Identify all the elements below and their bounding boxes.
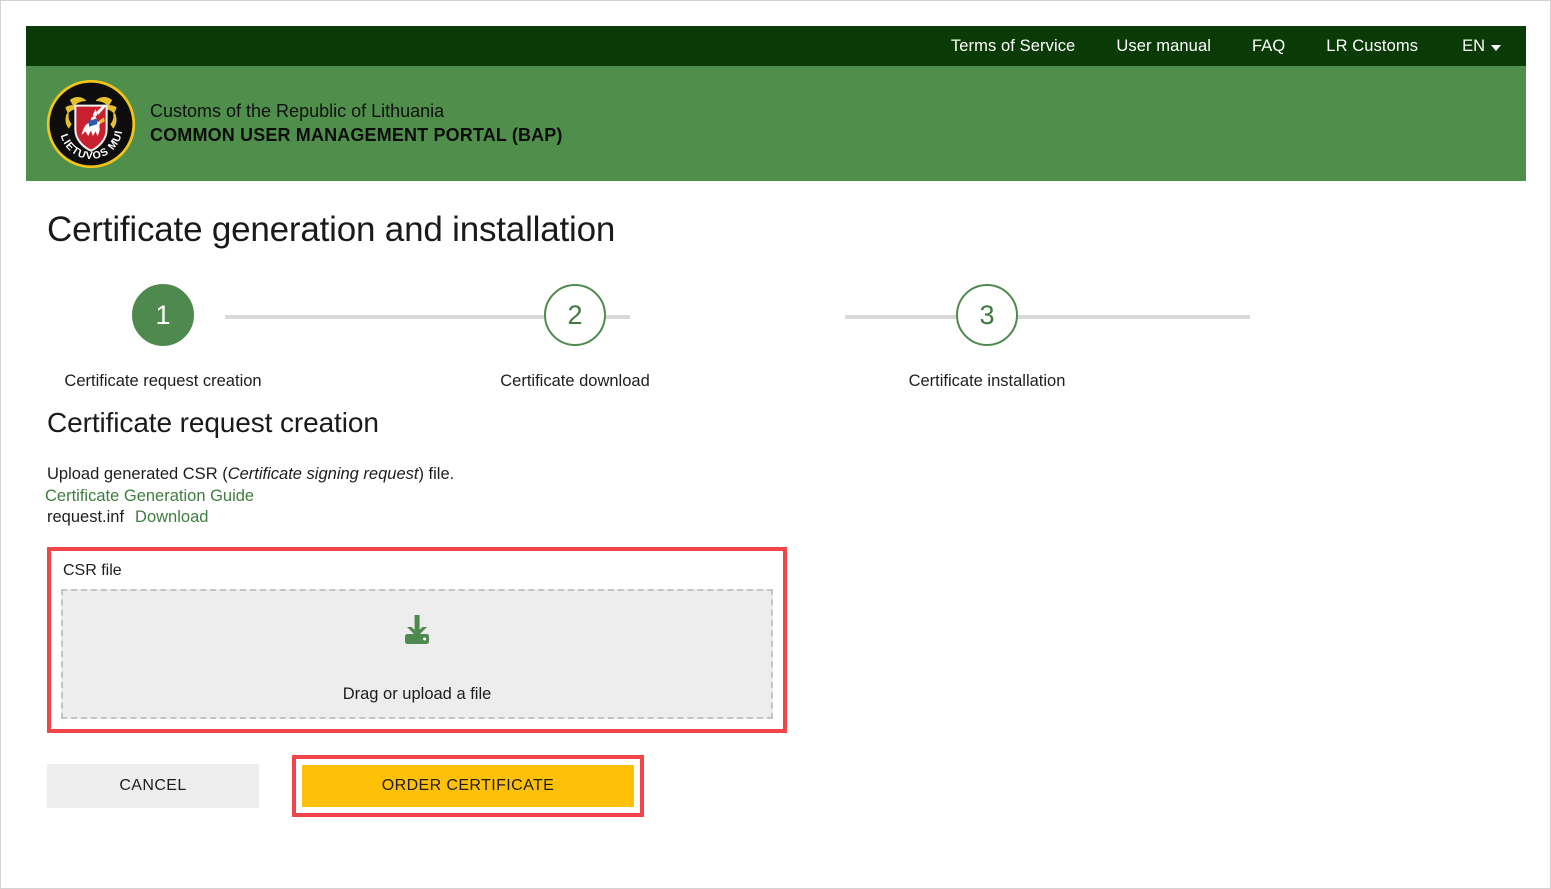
order-certificate-button[interactable]: ORDER CERTIFICATE [302,765,634,808]
chevron-down-icon [1491,44,1501,51]
browser-screenshot-frame: Terms of Service User manual FAQ LR Cust… [0,0,1551,889]
request-file-row: request.inf Download [47,508,1506,527]
section-instructions: Upload generated CSR (Certificate signin… [47,461,1506,487]
stepper-step-3[interactable]: 3 Certificate installation [869,284,1105,391]
dropzone-instruction: Drag or upload a file [342,684,492,703]
stepper-step-1-number: 1 [132,284,194,346]
stepper-step-1[interactable]: 1 Certificate request creation [45,284,281,391]
progress-stepper: 1 Certificate request creation 2 Certifi… [45,281,1250,391]
csr-file-label: CSR file [63,562,122,580]
stepper-step-2-label: Certificate download [500,372,650,390]
page-root: Terms of Service User manual FAQ LR Cust… [26,26,1526,864]
language-selector[interactable]: EN [1462,37,1501,56]
faq-link[interactable]: FAQ [1252,37,1285,56]
stepper-step-2-number: 2 [544,284,606,346]
download-to-tray-icon [396,609,438,656]
order-button-padding: ORDER CERTIFICATE [296,759,640,814]
terms-of-service-link[interactable]: Terms of Service [951,37,1075,56]
language-selector-label: EN [1462,36,1485,55]
portal-name: COMMON USER MANAGEMENT PORTAL (BAP) [150,124,563,145]
page-title: Certificate generation and installation [47,210,616,249]
user-manual-link[interactable]: User manual [1116,37,1211,56]
stepper-step-3-number: 3 [956,284,1018,346]
brand-header: LIETUVOS MUITINĖ Customs of the Republic… [26,66,1526,181]
section-title: Certificate request creation [47,407,379,438]
stepper-step-1-label: Certificate request creation [64,372,262,390]
order-certificate-highlight: ORDER CERTIFICATE [292,755,644,818]
form-actions: CANCEL ORDER CERTIFICATE [47,755,1506,818]
certificate-generation-guide-link[interactable]: Certificate Generation Guide [45,487,254,505]
lr-customs-link[interactable]: LR Customs [1326,37,1418,56]
csr-file-dropzone[interactable]: Drag or upload a file [61,589,773,720]
guide-link-row: Certificate Generation Guide [45,487,1506,506]
lithuania-customs-emblem-icon: LIETUVOS MUITINĖ [41,68,137,170]
brand-titles: Customs of the Republic of Lithuania COM… [150,100,563,146]
cancel-button[interactable]: CANCEL [47,764,259,809]
request-file-name: request.inf [47,508,125,527]
organisation-name: Customs of the Republic of Lithuania [150,101,445,122]
instruction-prefix: Upload generated CSR ( [47,465,228,483]
download-request-inf-link[interactable]: Download [135,508,208,526]
top-utility-bar: Terms of Service User manual FAQ LR Cust… [26,26,1526,66]
main-content: Certificate generation and installation … [26,210,1526,818]
instruction-emphasis: Certificate signing request [227,465,419,483]
stepper-step-2[interactable]: 2 Certificate download [457,284,693,391]
instruction-suffix: ) file. [418,465,455,483]
csr-upload-field: CSR file Drag or upload a file [51,551,783,730]
csr-upload-highlight: CSR file Drag or upload a file [47,547,787,734]
stepper-step-3-label: Certificate installation [908,372,1066,390]
